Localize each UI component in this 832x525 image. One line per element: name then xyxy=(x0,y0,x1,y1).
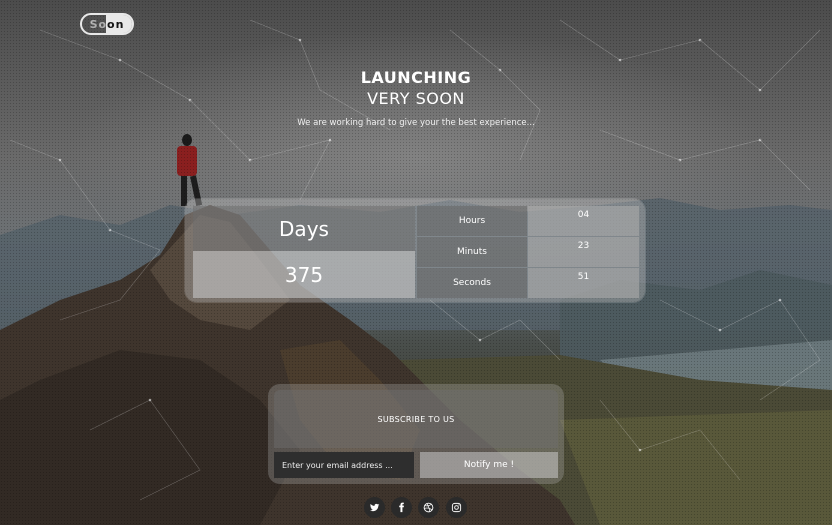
seconds-label: Seconds xyxy=(417,268,527,298)
instagram-icon[interactable] xyxy=(446,497,467,518)
hours-row: Hours 04 xyxy=(417,206,639,236)
subscribe-panel: SUBSCRIBE TO US Notify me ! xyxy=(268,384,564,484)
minutes-label: Minuts xyxy=(417,237,527,267)
twitter-icon[interactable] xyxy=(364,497,385,518)
hours-label: Hours xyxy=(417,206,527,236)
seconds-row: Seconds 51 xyxy=(417,268,639,298)
headline-subtitle: We are working hard to give your the bes… xyxy=(297,118,535,128)
headline-line2: VERY SOON xyxy=(367,89,465,108)
days-label: Days xyxy=(193,206,415,251)
dribbble-icon[interactable] xyxy=(418,497,439,518)
notify-button[interactable]: Notify me ! xyxy=(420,452,558,478)
logo[interactable]: Soon xyxy=(80,13,134,35)
subscribe-heading: SUBSCRIBE TO US xyxy=(274,390,558,448)
hours-value: 04 xyxy=(528,206,639,236)
seconds-value: 51 xyxy=(528,268,639,298)
days-block: Days 375 xyxy=(193,206,415,298)
facebook-icon[interactable] xyxy=(391,497,412,518)
days-value: 375 xyxy=(193,251,415,298)
logo-text: Soon xyxy=(89,17,125,31)
countdown-panel: Days 375 Hours 04 Minuts 23 Seconds 51 xyxy=(185,199,645,302)
minutes-row: Minuts 23 xyxy=(417,237,639,267)
headline-line1: LAUNCHING xyxy=(360,68,472,87)
minutes-value: 23 xyxy=(528,237,639,267)
time-rows: Hours 04 Minuts 23 Seconds 51 xyxy=(417,206,639,298)
email-input[interactable] xyxy=(274,452,414,478)
